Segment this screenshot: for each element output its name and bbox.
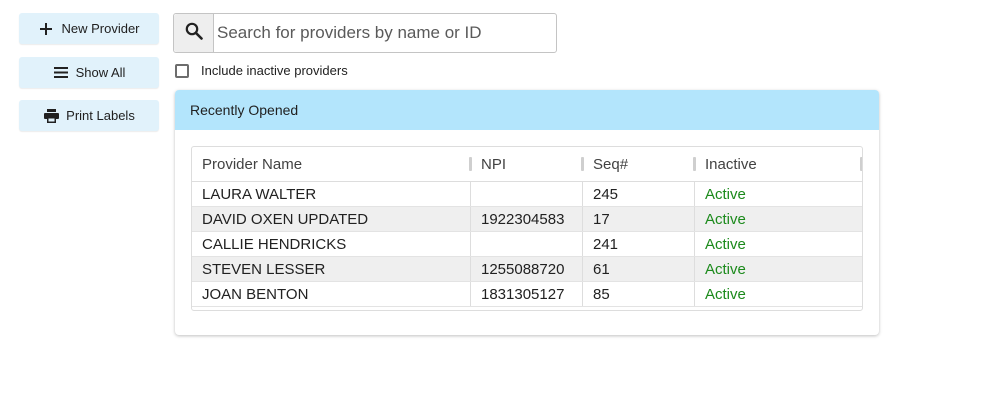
- table-row[interactable]: DAVID OXEN UPDATED 1922304583 17 Active: [192, 207, 862, 232]
- npi-cell: 1922304583: [471, 207, 583, 231]
- column-header-inactive[interactable]: Inactive: [695, 147, 862, 181]
- provider-name-cell: JOAN BENTON: [192, 282, 471, 306]
- npi-cell: 1831305127: [471, 282, 583, 306]
- seq-cell: 85: [583, 282, 695, 306]
- npi-cell: [471, 182, 583, 206]
- panel-title: Recently Opened: [175, 90, 879, 130]
- provider-name-cell: LAURA WALTER: [192, 182, 471, 206]
- status-cell: Active: [705, 185, 746, 203]
- seq-cell: 245: [583, 182, 695, 206]
- column-header-provider-name[interactable]: Provider Name: [192, 147, 472, 181]
- new-provider-button[interactable]: New Provider: [19, 13, 159, 44]
- print-labels-label: Print Labels: [66, 108, 135, 123]
- provider-name-cell: DAVID OXEN UPDATED: [192, 207, 471, 231]
- provider-name-cell: STEVEN LESSER: [192, 257, 471, 281]
- seq-cell: 17: [583, 207, 695, 231]
- column-header-npi[interactable]: NPI: [471, 147, 584, 181]
- table-row[interactable]: CALLIE HENDRICKS 241 Active: [192, 232, 862, 257]
- print-labels-button[interactable]: Print Labels: [19, 100, 159, 131]
- seq-cell: 61: [583, 257, 695, 281]
- table-row[interactable]: LAURA WALTER 245 Active: [192, 182, 862, 207]
- show-all-button[interactable]: Show All: [19, 57, 159, 88]
- column-header-seq[interactable]: Seq#: [583, 147, 696, 181]
- recent-providers-table: Provider Name NPI Seq# Inactive LAURA WA…: [191, 146, 863, 311]
- status-cell: Active: [705, 235, 746, 253]
- search-icon: [185, 22, 203, 45]
- status-cell: Active: [705, 210, 746, 228]
- provider-name-cell: CALLIE HENDRICKS: [192, 232, 471, 256]
- search-button[interactable]: [174, 14, 214, 52]
- seq-cell: 241: [583, 232, 695, 256]
- table-row[interactable]: JOAN BENTON 1831305127 85 Active: [192, 282, 862, 307]
- table-header: Provider Name NPI Seq# Inactive: [192, 147, 862, 182]
- status-cell: Active: [705, 285, 746, 303]
- show-all-label: Show All: [75, 65, 126, 80]
- provider-search-box: [173, 13, 557, 53]
- include-inactive-filter: Include inactive providers: [175, 63, 348, 78]
- search-input[interactable]: [214, 14, 556, 52]
- include-inactive-checkbox[interactable]: [175, 63, 189, 78]
- table-row[interactable]: STEVEN LESSER 1255088720 61 Active: [192, 257, 862, 282]
- column-resize-handle[interactable]: [860, 157, 862, 171]
- include-inactive-label: Include inactive providers: [201, 63, 348, 78]
- status-cell: Active: [705, 260, 746, 278]
- printer-icon: [43, 108, 59, 124]
- plus-icon: [38, 21, 54, 37]
- npi-cell: [471, 232, 583, 256]
- menu-icon: [53, 65, 69, 81]
- npi-cell: 1255088720: [471, 257, 583, 281]
- new-provider-label: New Provider: [61, 21, 140, 36]
- recently-opened-panel: Recently Opened Provider Name NPI Seq# I…: [175, 90, 879, 335]
